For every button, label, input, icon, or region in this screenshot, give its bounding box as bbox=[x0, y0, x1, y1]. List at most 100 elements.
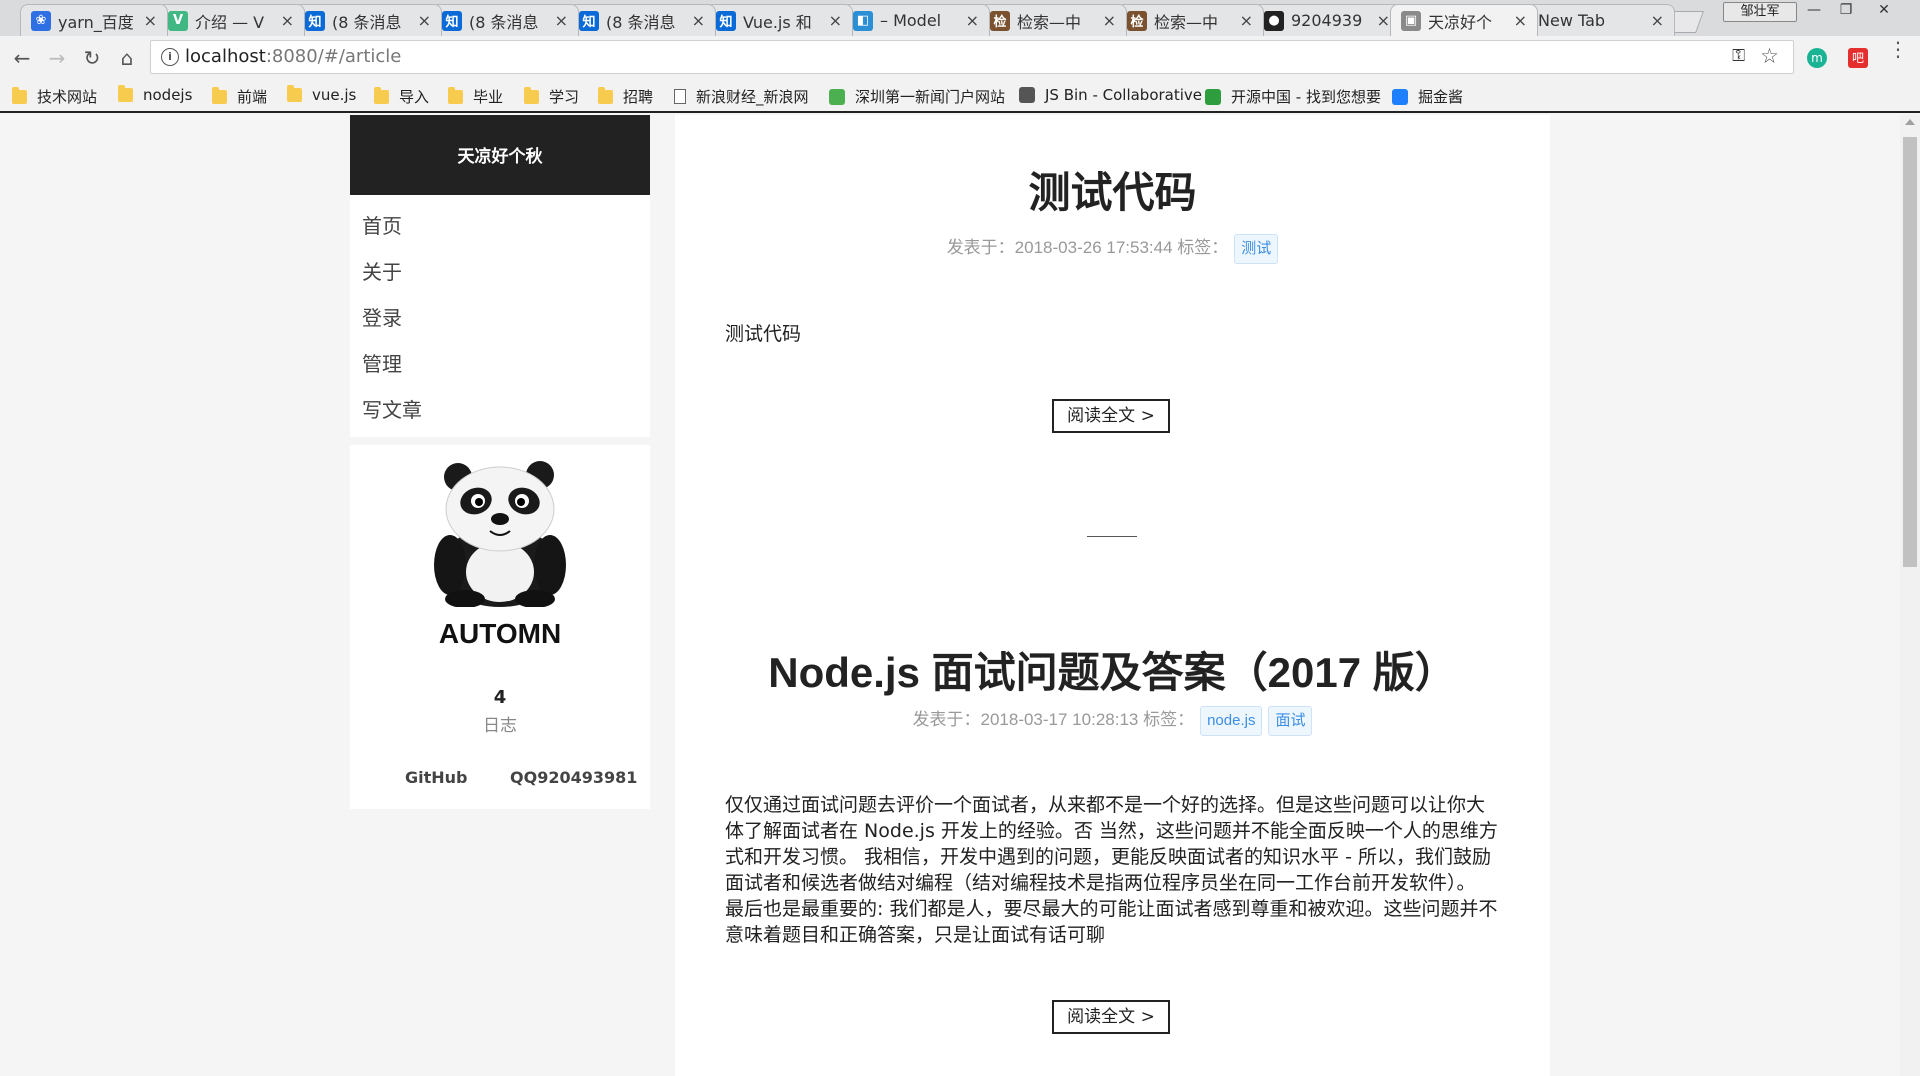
minimize-button[interactable]: — bbox=[1800, 0, 1828, 20]
browser-tab[interactable]: ❀ yarn_百度 × bbox=[20, 4, 168, 36]
browser-tab[interactable]: 检检索—中 × bbox=[979, 4, 1127, 36]
reload-icon[interactable]: ↻ bbox=[78, 44, 106, 72]
bookmark-item[interactable]: 开源中国 - 找到您想要 bbox=[1205, 86, 1381, 107]
bookmark-item[interactable]: 掘金酱 bbox=[1392, 86, 1463, 107]
avatar bbox=[434, 461, 566, 607]
page-scrollbar[interactable] bbox=[1900, 115, 1920, 1076]
bookmark-star-icon[interactable]: ☆ bbox=[1760, 44, 1779, 68]
browser-toolbar: ← → ↻ ⌂ i localhost:8080/#/article ⚿ ☆ m… bbox=[0, 36, 1920, 80]
bookmark-folder[interactable]: nodejs bbox=[118, 85, 193, 104]
bookmark-folder[interactable]: 招聘 bbox=[598, 86, 653, 107]
tab-favicon-icon: ◧ bbox=[853, 10, 873, 31]
menu-icon[interactable]: ⋮ bbox=[1888, 39, 1908, 59]
folder-icon bbox=[598, 86, 613, 104]
browser-tab[interactable]: 知 Vue.js 和 × bbox=[705, 4, 853, 36]
nav-item-about[interactable]: 关于 bbox=[350, 249, 650, 295]
bookmark-item[interactable]: 深圳第一新闻门户网站 bbox=[829, 86, 1005, 107]
nav-item-write[interactable]: 写文章 bbox=[350, 387, 650, 433]
bookmark-folder[interactable]: 学习 bbox=[524, 86, 579, 107]
browser-tab[interactable]: 知 (8 条消息 × bbox=[568, 4, 716, 36]
back-icon[interactable]: ← bbox=[8, 44, 36, 72]
folder-icon bbox=[118, 85, 133, 102]
forward-icon[interactable]: → bbox=[43, 44, 71, 72]
browser-tab[interactable]: ◧ – Model × bbox=[842, 4, 990, 36]
bookmark-label: 招聘 bbox=[623, 88, 654, 106]
tab-favicon-icon: 检 bbox=[990, 10, 1010, 31]
close-window-button[interactable]: ✕ bbox=[1870, 0, 1898, 20]
post-divider bbox=[1087, 536, 1137, 537]
tab-close-icon[interactable]: × bbox=[1103, 11, 1116, 30]
tab-close-icon[interactable]: × bbox=[692, 11, 705, 30]
url-text[interactable]: localhost:8080/#/article bbox=[185, 46, 401, 67]
bookmark-label: 新浪财经_新浪网 bbox=[696, 88, 809, 106]
tab-favicon-icon: 知 bbox=[305, 10, 325, 31]
site-nav: 首页 关于 登录 管理 写文章 bbox=[350, 195, 650, 437]
article-title[interactable]: 测试代码 bbox=[675, 159, 1550, 220]
tab-favicon-icon: ❀ bbox=[31, 10, 51, 31]
github-link[interactable]: GitHub bbox=[405, 768, 468, 787]
folder-icon bbox=[374, 86, 389, 104]
scroll-thumb[interactable] bbox=[1903, 137, 1917, 567]
home-icon[interactable]: ⌂ bbox=[113, 44, 141, 72]
tab-close-icon[interactable]: × bbox=[555, 11, 568, 30]
extension-icon[interactable]: 吧 bbox=[1848, 48, 1868, 68]
tab-close-icon[interactable]: × bbox=[1240, 11, 1253, 30]
tag-badge[interactable]: 测试 bbox=[1234, 233, 1279, 264]
browser-tab[interactable]: V 介绍 — V × bbox=[157, 4, 305, 36]
bookmark-folder[interactable]: vue.js bbox=[287, 85, 356, 104]
url-host: localhost bbox=[185, 46, 266, 67]
key-icon[interactable]: ⚿ bbox=[1732, 46, 1745, 66]
tag-badge[interactable]: 面试 bbox=[1268, 705, 1313, 736]
bookmark-item[interactable]: JS Bin - Collaborative bbox=[1019, 86, 1202, 104]
url-path: :8080/#/article bbox=[265, 46, 402, 67]
browser-tab[interactable]: ● 9204939 × bbox=[1253, 4, 1401, 36]
tab-favicon-icon: 知 bbox=[716, 10, 736, 31]
scroll-up-arrow-icon[interactable] bbox=[1905, 119, 1915, 125]
site-info-icon[interactable]: i bbox=[161, 48, 179, 66]
tab-favicon-icon: V bbox=[168, 10, 188, 31]
tab-close-icon[interactable]: × bbox=[1514, 11, 1527, 30]
article-date: 发表于：2018-03-17 10:28:13 标签： bbox=[912, 710, 1195, 729]
tab-favicon-icon: 知 bbox=[442, 10, 462, 31]
site-favicon-icon bbox=[829, 88, 845, 105]
address-bar[interactable]: i localhost:8080/#/article ⚿ ☆ bbox=[150, 40, 1794, 74]
bookmark-folder[interactable]: 毕业 bbox=[448, 86, 503, 107]
bookmark-folder[interactable]: 技术网站 bbox=[12, 86, 97, 107]
bookmark-item[interactable]: 新浪财经_新浪网 bbox=[674, 86, 809, 107]
read-more-button[interactable]: 阅读全文 > bbox=[1052, 1000, 1170, 1034]
article-excerpt: 仅仅通过面试问题去评价一个面试者，从来都不是一个好的选择。但是这些问题可以让你大… bbox=[725, 794, 1498, 946]
post-count[interactable]: 4 bbox=[350, 687, 650, 708]
restore-button[interactable]: ❐ bbox=[1832, 0, 1860, 20]
folder-icon bbox=[12, 86, 27, 104]
article-title[interactable]: Node.js 面试问题及答案（2017 版） bbox=[675, 639, 1550, 700]
tab-close-icon[interactable]: × bbox=[829, 11, 842, 30]
extension-icon[interactable]: m bbox=[1807, 48, 1827, 68]
author-name: AUTOMN bbox=[438, 618, 562, 649]
tab-close-icon[interactable]: × bbox=[281, 11, 294, 30]
folder-icon bbox=[287, 85, 302, 102]
bookmark-label: nodejs bbox=[143, 86, 193, 104]
browser-tab[interactable]: ▣ 天凉好个 × bbox=[1390, 4, 1538, 36]
nav-item-home[interactable]: 首页 bbox=[350, 203, 650, 249]
tag-badge[interactable]: node.js bbox=[1200, 705, 1263, 736]
bookmark-folder[interactable]: 导入 bbox=[374, 86, 429, 107]
bookmark-label: 学习 bbox=[549, 88, 580, 106]
browser-tab[interactable]: 知 (8 条消息 × bbox=[431, 4, 579, 36]
tab-close-icon[interactable]: × bbox=[1651, 11, 1664, 30]
bookmark-folder[interactable]: 前端 bbox=[212, 86, 267, 107]
nav-item-login[interactable]: 登录 bbox=[350, 295, 650, 341]
browser-tab[interactable]: 知 (8 条消息 × bbox=[294, 4, 442, 36]
read-more-button[interactable]: 阅读全文 > bbox=[1052, 399, 1170, 433]
browser-tab[interactable]: 检检索—中 × bbox=[1116, 4, 1264, 36]
tab-close-icon[interactable]: × bbox=[1377, 11, 1390, 30]
tab-close-icon[interactable]: × bbox=[418, 11, 431, 30]
bookmark-label: 开源中国 - 找到您想要 bbox=[1231, 88, 1381, 106]
profile-badge[interactable]: 邹壮军 bbox=[1723, 2, 1797, 22]
qq-link[interactable]: QQ920493981 bbox=[510, 768, 637, 787]
site-brand[interactable]: 天凉好个秋 bbox=[350, 115, 650, 195]
tab-close-icon[interactable]: × bbox=[966, 11, 979, 30]
tab-close-icon[interactable]: × bbox=[144, 11, 157, 30]
article-meta: 发表于：2018-03-17 10:28:13 标签： node.js 面试 bbox=[675, 705, 1550, 736]
nav-item-admin[interactable]: 管理 bbox=[350, 341, 650, 387]
browser-tab[interactable]: New Tab × bbox=[1527, 4, 1675, 36]
